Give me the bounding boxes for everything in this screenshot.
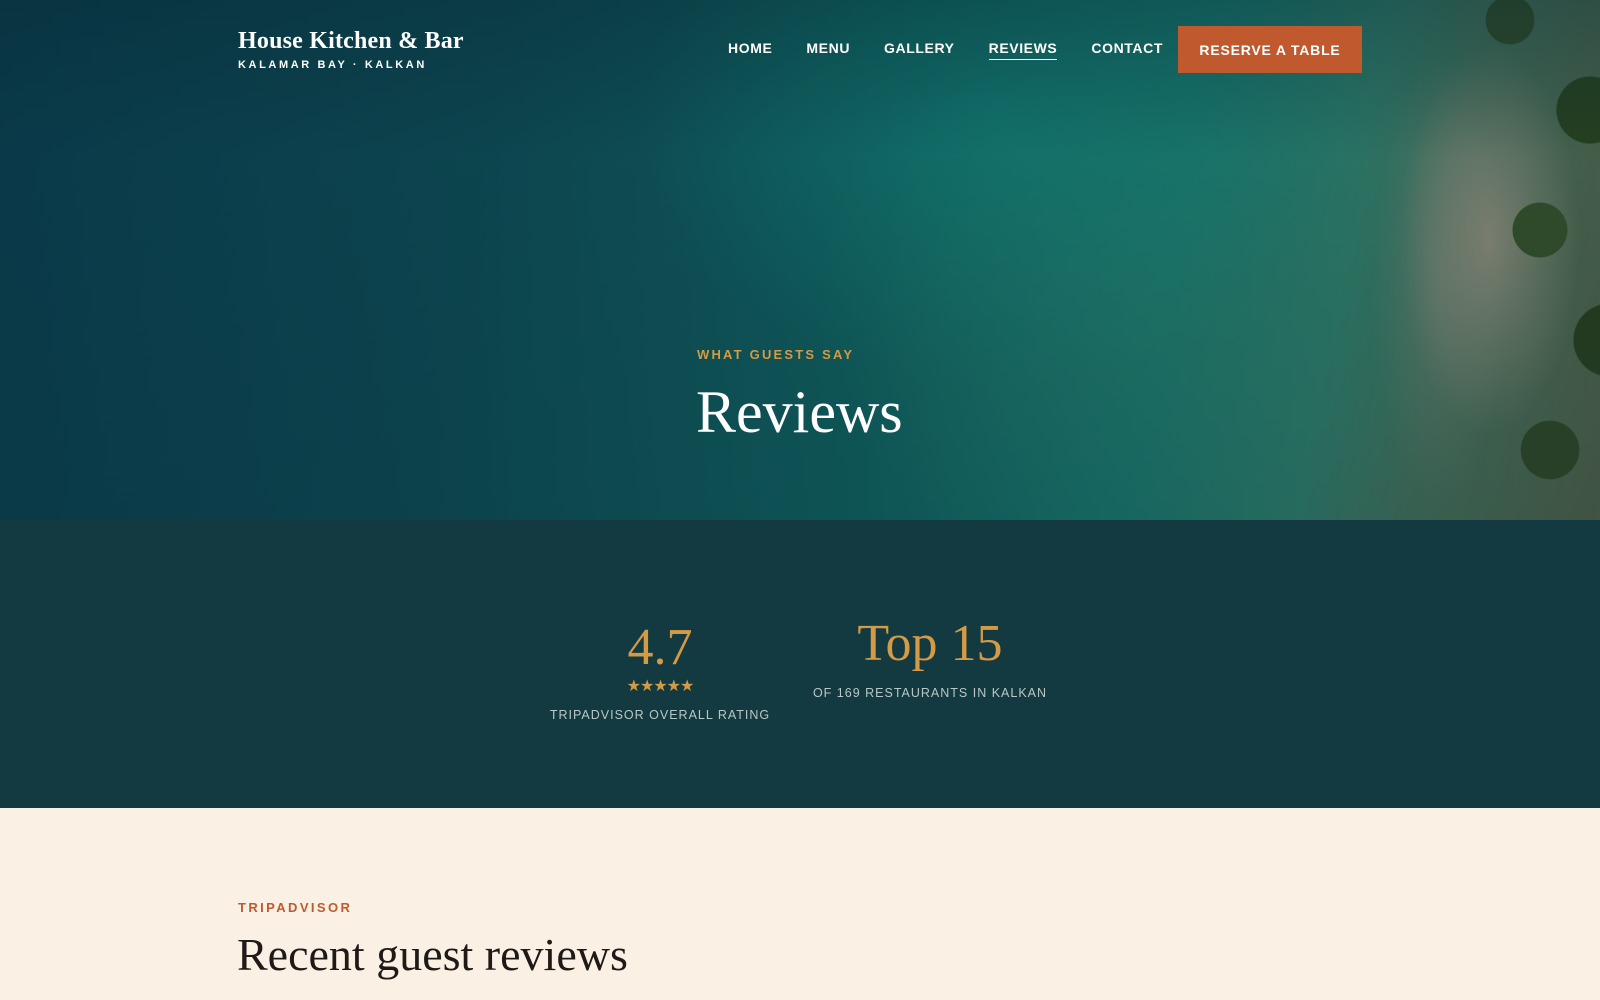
stats-band: 4.7 ★★★★★ TRIPADVISOR OVERALL RATING Top… xyxy=(0,520,1600,808)
brand-logo[interactable]: House Kitchen & Bar KALAMAR BAY · KALKAN xyxy=(238,28,464,71)
nav-home[interactable]: HOME xyxy=(728,40,772,60)
brand-tagline: KALAMAR BAY · KALKAN xyxy=(238,59,427,71)
rating-stars-icon: ★★★★★ xyxy=(626,678,695,695)
reviews-heading: Recent guest reviews xyxy=(237,929,628,980)
rating-stat: 4.7 ★★★★★ TRIPADVISOR OVERALL RATING xyxy=(540,619,780,723)
nav-contact[interactable]: CONTACT xyxy=(1091,40,1163,60)
reviews-eyebrow: TRIPADVISOR xyxy=(238,900,353,915)
nav-menu[interactable]: MENU xyxy=(806,40,850,60)
page-title: Reviews xyxy=(696,379,903,445)
reviews-section: TRIPADVISOR Recent guest reviews xyxy=(0,808,1600,1000)
rank-label: OF 169 RESTAURANTS IN KALKAN xyxy=(812,686,1048,700)
nav-gallery[interactable]: GALLERY xyxy=(884,40,955,60)
nav-reviews[interactable]: REVIEWS xyxy=(988,40,1058,60)
rank-value: Top 15 xyxy=(857,615,1003,672)
rank-stat: Top 15 OF 169 RESTAURANTS IN KALKAN xyxy=(800,615,1060,701)
main-nav: HOME MENU GALLERY REVIEWS CONTACT xyxy=(728,40,1163,60)
rating-value: 4.7 xyxy=(627,619,693,676)
hero-eyebrow: WHAT GUESTS SAY xyxy=(697,347,855,362)
reserve-table-button[interactable]: RESERVE A TABLE xyxy=(1178,26,1362,73)
hero-section: House Kitchen & Bar KALAMAR BAY · KALKAN… xyxy=(0,0,1600,520)
rating-label: TRIPADVISOR OVERALL RATING xyxy=(549,708,771,722)
brand-name: House Kitchen & Bar xyxy=(238,28,464,54)
